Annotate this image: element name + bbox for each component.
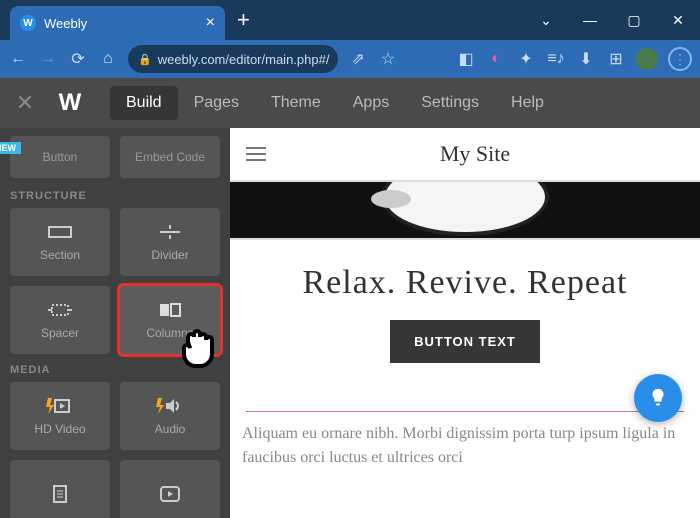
profile-icon[interactable] [636,48,658,70]
address-bar[interactable]: 🔒 weebly.com/editor/main.php#/ [128,45,338,73]
favicon-icon: W [20,15,36,31]
grab-cursor-icon [172,318,228,379]
editor-close-icon[interactable]: ✕ [0,90,50,116]
cta-button[interactable]: BUTTON TEXT [390,320,540,363]
element-button[interactable]: Button [10,136,110,178]
lightbulb-icon [647,387,669,409]
element-section[interactable]: Section [10,208,110,276]
tab-close-icon[interactable]: × [206,14,215,32]
share-icon[interactable]: ⇗ [348,49,368,69]
hamburger-icon[interactable] [246,147,266,161]
element-divider[interactable]: Divider [120,208,220,276]
new-badge: NEW [0,142,21,154]
nav-help[interactable]: Help [495,86,560,120]
window-maximize-icon[interactable]: ▢ [612,0,656,40]
window-dropdown-icon[interactable]: ⌄ [524,0,568,40]
window-minimize-icon[interactable]: — [568,0,612,40]
nav-settings[interactable]: Settings [405,86,495,120]
site-canvas[interactable]: My Site Relax. Revive. Repeat BUTTON TEX… [230,128,700,518]
download-icon[interactable]: ⬇ [576,49,596,69]
nav-pages[interactable]: Pages [178,86,255,120]
body-text[interactable]: Aliquam eu ornare nibh. Morbi dignissim … [230,422,700,470]
extension-1-icon[interactable]: ◧ [456,49,476,69]
section-icon [46,222,74,242]
lock-icon: 🔒 [138,53,152,66]
nav-back-icon[interactable]: ← [8,50,28,68]
element-youtube[interactable] [120,460,220,518]
element-spacer[interactable]: Spacer [10,286,110,354]
element-document[interactable] [10,460,110,518]
element-embed[interactable]: Embed Code [120,136,220,178]
home-icon[interactable]: ⌂ [98,50,118,68]
help-fab[interactable] [634,374,682,422]
site-title[interactable]: My Site [266,141,684,167]
weebly-logo-icon[interactable]: W [50,89,90,117]
nav-theme[interactable]: Theme [255,86,337,120]
nav-forward-icon: → [38,50,58,68]
window-close-icon[interactable]: ✕ [656,0,700,40]
columns-icon [156,300,184,320]
browser-tab[interactable]: W Weebly × [10,6,225,40]
star-icon[interactable]: ☆ [378,49,398,69]
audio-icon [156,396,184,416]
new-tab-button[interactable]: + [237,7,250,33]
structure-header: STRUCTURE [10,190,220,202]
url-text: weebly.com/editor/main.php#/ [158,52,330,67]
element-hdvideo[interactable]: HD Video [10,382,110,450]
playlist-icon[interactable]: ≡♪ [546,50,566,68]
nav-build[interactable]: Build [110,86,178,120]
section-divider [246,411,684,412]
hero-image[interactable] [230,180,700,240]
youtube-icon [156,484,184,504]
spacer-icon [46,300,74,320]
browser-menu-icon[interactable]: ⋮ [668,47,692,71]
reload-icon[interactable]: ⟳ [68,49,88,69]
hero-headline[interactable]: Relax. Revive. Repeat [232,264,698,302]
divider-icon [156,222,184,242]
document-icon [46,484,74,504]
extensions-icon[interactable]: ✦ [516,49,536,69]
element-audio[interactable]: Audio [120,382,220,450]
apps-icon[interactable]: ⊞ [606,49,626,69]
tab-title: Weebly [44,16,206,31]
extension-2-icon[interactable]: ◐ [486,50,506,68]
nav-apps[interactable]: Apps [337,86,405,120]
video-icon [46,396,74,416]
